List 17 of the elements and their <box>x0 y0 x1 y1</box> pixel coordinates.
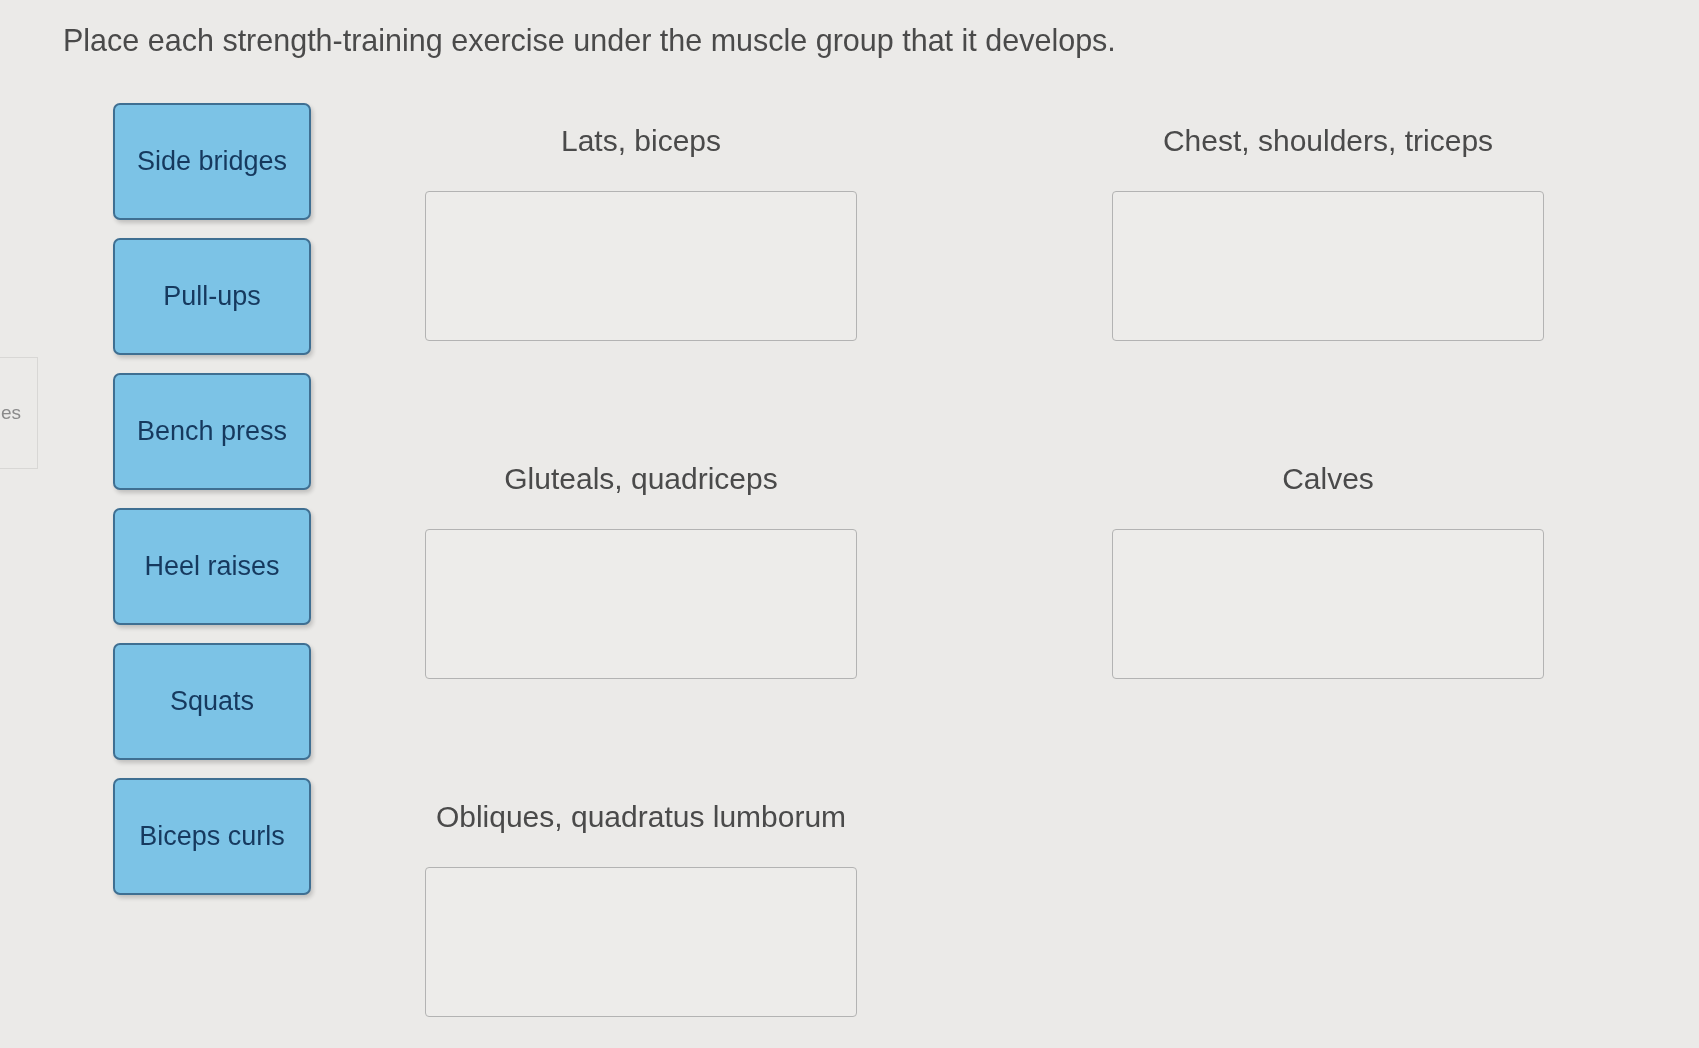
category-heading: Obliques, quadratus lumborum <box>435 799 847 835</box>
drop-zone[interactable] <box>1112 529 1544 679</box>
drop-zone[interactable] <box>1112 191 1544 341</box>
category-heading: Chest, shoulders, triceps <box>1162 123 1494 159</box>
exercise-tile[interactable]: Pull-ups <box>113 238 311 355</box>
exercise-tile[interactable]: Heel raises <box>113 508 311 625</box>
category-heading: Lats, biceps <box>560 123 722 159</box>
category-heading: Gluteals, quadriceps <box>504 461 778 497</box>
exercise-tile[interactable]: Squats <box>113 643 311 760</box>
drop-zone[interactable] <box>425 191 857 341</box>
exercise-tile[interactable]: Side bridges <box>113 103 311 220</box>
drop-zone[interactable] <box>425 867 857 1017</box>
exercise-tile[interactable]: Bench press <box>113 373 311 490</box>
drop-zone[interactable] <box>425 529 857 679</box>
exercise-tile[interactable]: Biceps curls <box>113 778 311 895</box>
question-prompt: Place each strength-training exercise under the muscle group that it develops. <box>63 22 1116 59</box>
category-heading: Calves <box>1282 461 1374 497</box>
